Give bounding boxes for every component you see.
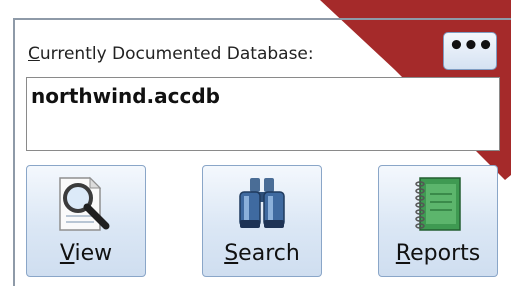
reports-mnemonic: R [395,241,411,266]
search-button[interactable]: Search [202,165,322,277]
reports-label-text: eports [410,241,481,266]
notebook-icon [415,177,461,231]
magnifier-document-icon [59,176,110,231]
reports-button[interactable]: Reports [378,165,498,277]
database-label-mnemonic: C [28,44,40,64]
binoculars-icon [239,178,285,228]
search-button-label: Search [203,241,321,266]
database-label-text: urrently Documented Database: [39,44,314,64]
database-name-value: northwind.accdb [31,84,220,108]
ellipsis-icon: ••• [448,31,494,61]
view-mnemonic: V [59,241,75,266]
browse-database-button[interactable]: ••• [443,32,497,70]
search-label-text: earch [238,241,300,266]
reports-button-label: Reports [379,241,497,266]
database-name-field[interactable]: northwind.accdb [26,77,500,151]
view-button[interactable]: View [26,165,146,277]
frame-top-border [13,18,511,20]
view-label-text: iew [74,241,113,266]
view-button-label: View [27,241,145,266]
frame-left-border [13,18,15,286]
documenter-panel: Currently Documented Database: ••• north… [0,0,511,286]
database-label: Currently Documented Database: [28,44,314,64]
search-mnemonic: S [224,241,239,266]
